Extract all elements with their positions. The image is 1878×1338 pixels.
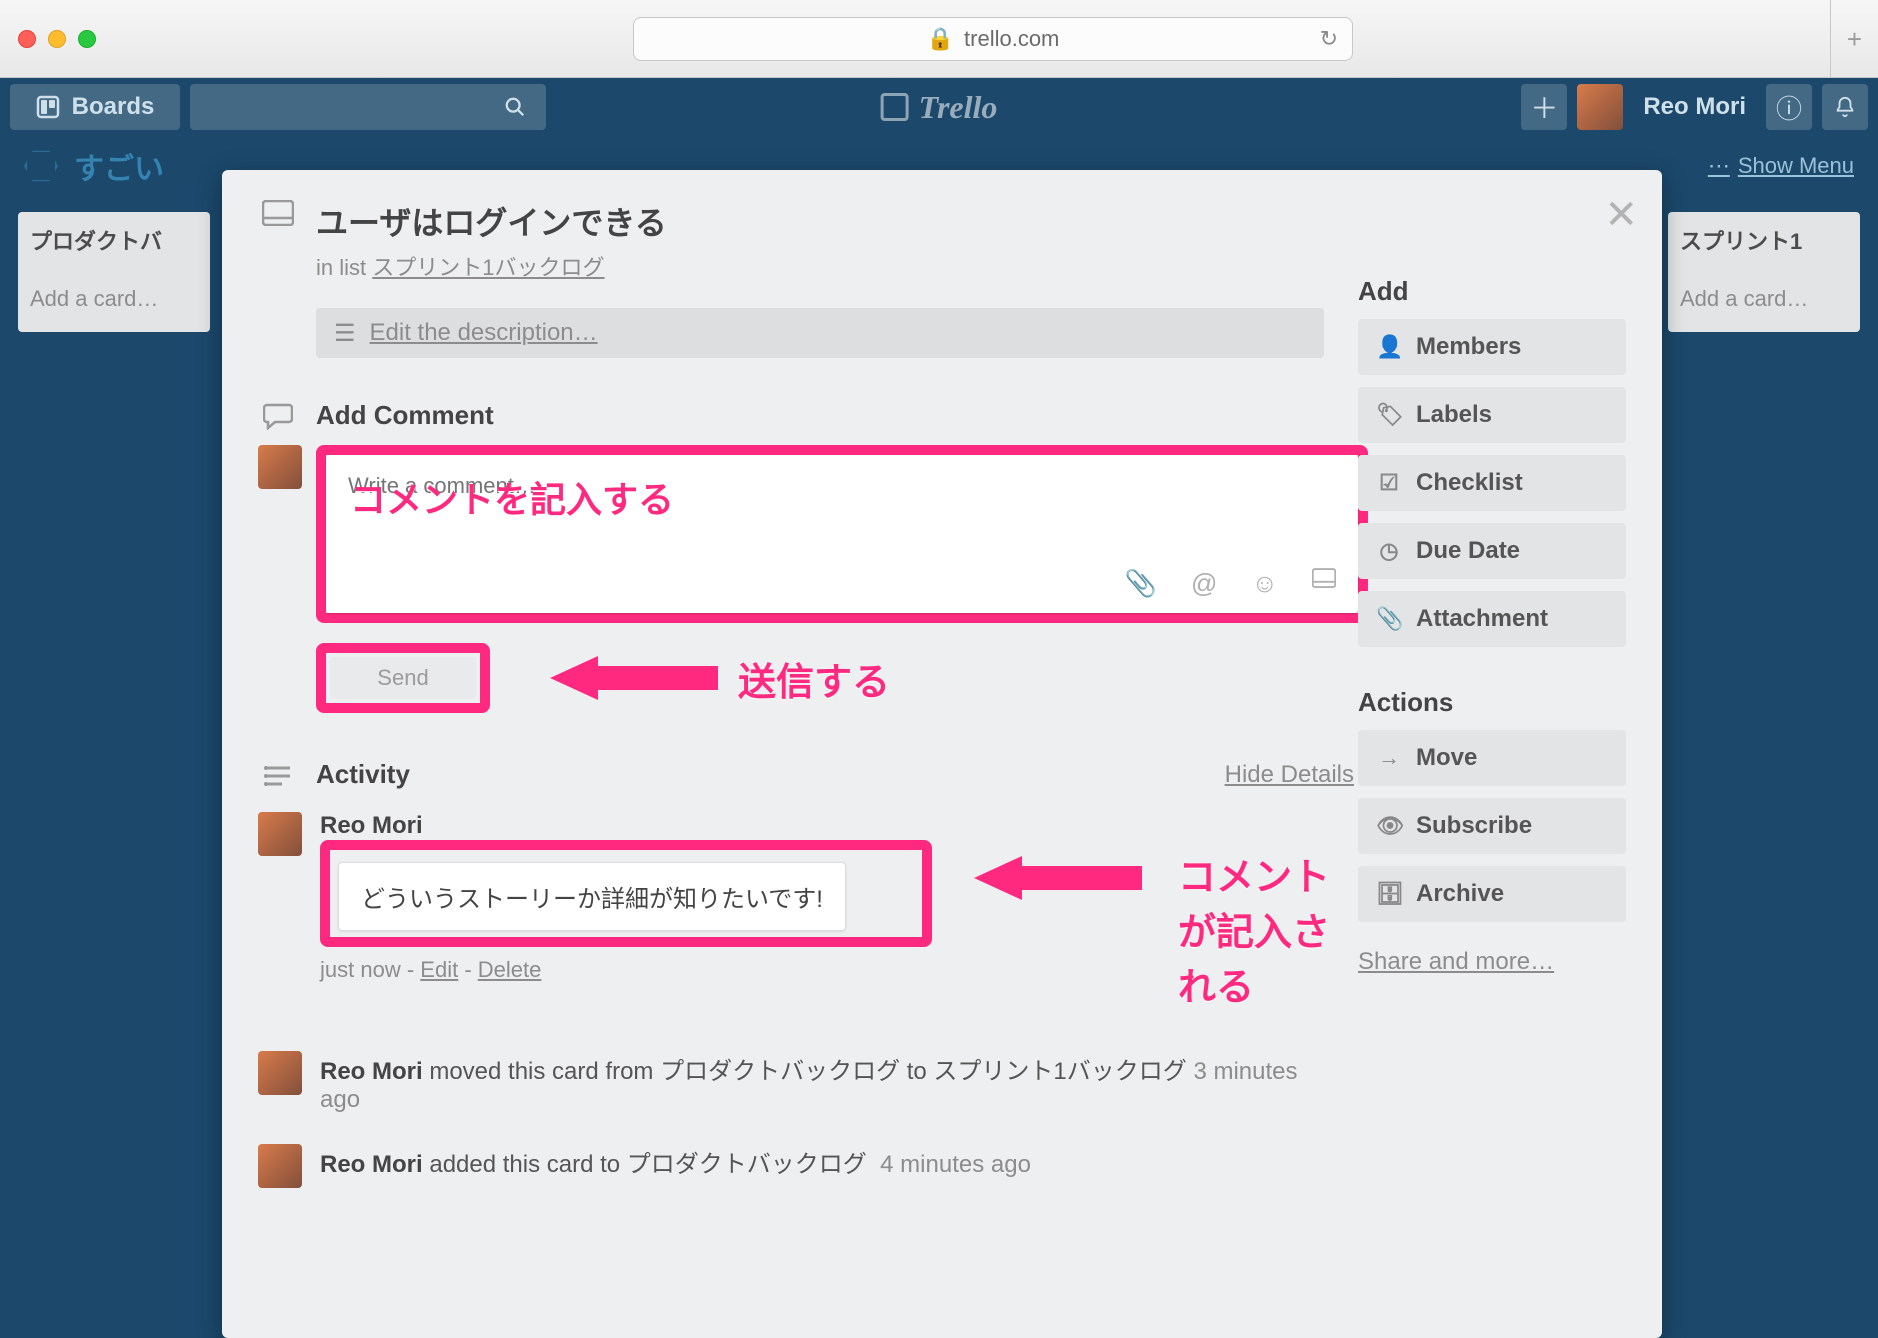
sidebar-archive-button[interactable]: 🗄Archive [1358,866,1626,922]
board-name[interactable]: すごい [74,144,164,188]
edit-comment-link[interactable]: Edit [420,957,458,982]
arrow-right-icon: → [1376,745,1402,771]
sidebar-labels-button[interactable]: 🏷Labels [1358,387,1626,443]
sidebar-move-button[interactable]: →Move [1358,730,1626,786]
logo-icon [881,93,909,121]
close-window-button[interactable] [18,30,36,48]
user-name[interactable]: Reo Mori [1633,93,1756,121]
search-input[interactable] [190,84,546,130]
list-title[interactable]: スプリント1 [1680,224,1848,256]
boards-label: Boards [72,93,155,121]
sidebar-duedate-button[interactable]: ◷Due Date [1358,523,1626,579]
url-text: trello.com [964,26,1059,52]
sidebar-checklist-button[interactable]: ☑Checklist [1358,455,1626,511]
close-icon[interactable]: ✕ [1604,192,1638,238]
annotation-frame: どういうストーリーか詳細が知りたいです! [320,840,932,947]
activity-heading: Activity [316,759,410,790]
activity-avatar [258,1144,302,1188]
activity-author[interactable]: Reo Mori [320,1058,423,1085]
trello-logo[interactable]: Trello [881,89,998,126]
sidebar-subscribe-button[interactable]: 👁Subscribe [1358,798,1626,854]
card-title[interactable]: ユーザはログインできる [316,198,667,244]
list-column: プロダクトバ Add a card… [18,212,210,332]
comment-icon [258,400,298,431]
send-button[interactable]: Send [330,657,476,699]
search-icon [504,96,526,118]
browser-chrome: 🔒 trello.com ↻ + [0,0,1878,78]
annotation-label: コメントを記入する [350,471,674,523]
annotation-label: コメントが記入される [1178,846,1354,1011]
edit-description-button[interactable]: ☰ Edit the description… [316,308,1324,358]
create-button[interactable]: ＋ [1521,84,1567,130]
delete-comment-link[interactable]: Delete [478,957,542,982]
lock-icon: 🔒 [927,26,954,52]
address-bar[interactable]: 🔒 trello.com ↻ [633,17,1353,61]
add-card-link[interactable]: Add a card… [1680,286,1848,312]
sidebar-actions-heading: Actions [1358,687,1626,718]
activity-time: 4 minutes ago [880,1151,1031,1178]
info-button[interactable]: ⓘ [1766,84,1812,130]
board-icon [24,149,58,183]
annotation-label: 送信する [738,651,890,706]
app-header: Boards Trello ＋ Reo Mori ⓘ [0,78,1878,136]
annotation-arrow [550,656,718,700]
hide-details-link[interactable]: Hide Details [1225,761,1354,789]
attachment-icon: 📎 [1376,606,1402,632]
new-tab-button[interactable]: + [1830,0,1878,78]
sidebar-add-heading: Add [1358,276,1626,307]
share-more-link[interactable]: Share and more… [1358,948,1626,976]
activity-avatar [258,812,302,856]
activity-avatar [258,1051,302,1095]
comment-bubble: どういうストーリーか詳細が知りたいです! [338,862,846,931]
eye-icon: 👁 [1376,813,1402,839]
commenter-avatar [258,445,302,489]
card-icon[interactable] [1312,568,1336,599]
list-column: スプリント1 Add a card… [1668,212,1860,332]
sidebar-attachment-button[interactable]: 📎Attachment [1358,591,1626,647]
annotation-arrow [974,856,1142,900]
sidebar-members-button[interactable]: 👤Members [1358,319,1626,375]
window-controls [18,30,96,48]
maximize-window-button[interactable] [78,30,96,48]
description-icon: ☰ [334,319,356,348]
card-modal: ✕ ユーザはログインできる in list スプリント1バックログ ☰ Edit… [222,170,1662,1338]
minimize-window-button[interactable] [48,30,66,48]
activity-meta: just now - Edit - Delete [320,957,932,983]
boards-icon [36,95,60,119]
tag-icon: 🏷 [1376,402,1402,428]
add-card-link[interactable]: Add a card… [30,286,198,312]
activity-author[interactable]: Reo Mori [320,812,423,839]
reload-icon[interactable]: ↻ [1320,26,1338,52]
mention-icon[interactable]: @ [1191,568,1217,599]
annotation-frame: Send [316,643,490,713]
card-sidebar: Add 👤Members 🏷Labels ☑Checklist ◷Due Dat… [1358,254,1626,976]
activity-author[interactable]: Reo Mori [320,1151,423,1178]
person-icon: 👤 [1376,334,1402,360]
clock-icon: ◷ [1376,538,1402,564]
card-in-list: in list スプリント1バックログ [316,250,667,282]
emoji-icon[interactable]: ☺ [1251,568,1278,599]
attachment-icon[interactable]: 📎 [1125,568,1157,599]
card-icon [258,198,298,226]
show-menu-link[interactable]: ⋯Show Menu [1708,153,1854,179]
activity-icon [258,763,298,787]
bell-icon [1834,96,1856,118]
list-title[interactable]: プロダクトバ [30,224,198,256]
checklist-icon: ☑ [1376,470,1402,496]
list-link[interactable]: スプリント1バックログ [372,255,604,280]
add-comment-heading: Add Comment [316,400,494,431]
archive-icon: 🗄 [1376,881,1402,907]
boards-button[interactable]: Boards [10,84,180,130]
user-avatar[interactable] [1577,84,1623,130]
notifications-button[interactable] [1822,84,1868,130]
